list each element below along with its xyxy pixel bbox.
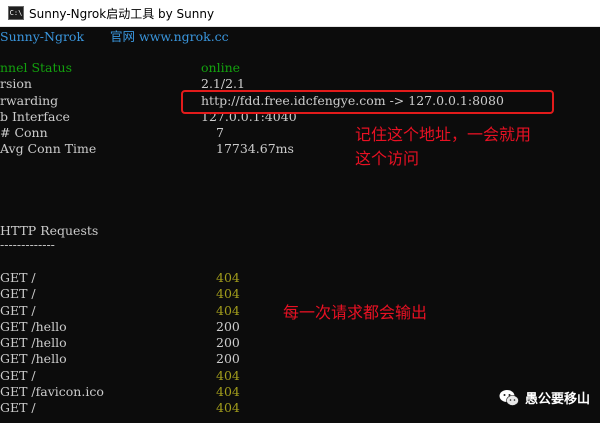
brand-name: Sunny-Ngrok xyxy=(0,29,85,44)
console-output: Sunny-Ngrok 官网 www.ngrok.cc nnel Status o… xyxy=(0,27,600,423)
conn-count-label: # Conn xyxy=(0,125,48,140)
request-path: GET /hello xyxy=(0,335,67,350)
web-interface-label: b Interface xyxy=(0,109,70,124)
request-status-code: 404 xyxy=(216,400,240,415)
request-status-code: 404 xyxy=(216,368,240,383)
request-path: GET /hello xyxy=(0,351,67,366)
request-path: GET / xyxy=(0,286,36,301)
request-status-code: 404 xyxy=(216,303,240,318)
request-path: GET / xyxy=(0,270,36,285)
remember-address-note-line1: 记住这个地址，一会就用 xyxy=(355,125,532,144)
http-requests-underline: ------------- xyxy=(0,237,55,252)
official-site: 官网 www.ngrok.cc xyxy=(110,29,229,44)
forwarding-highlight-box xyxy=(181,90,554,114)
request-path: GET /hello xyxy=(0,319,67,334)
wechat-icon xyxy=(499,389,519,407)
remember-address-note-line2: 这个访问 xyxy=(355,149,420,168)
brand-line: Sunny-Ngrok 官网 www.ngrok.cc xyxy=(0,29,229,45)
conn-count-value: 7 xyxy=(216,125,224,140)
console-app-icon: C:\ xyxy=(8,6,24,20)
watermark-text: 愚公要移山 xyxy=(524,392,590,407)
request-path: GET / xyxy=(0,368,36,383)
avg-conn-time-label: Avg Conn Time xyxy=(0,141,97,156)
request-status-code: 200 xyxy=(216,351,240,366)
request-status-code: 404 xyxy=(216,286,240,301)
status-label: nnel Status xyxy=(0,60,72,75)
request-status-code: 404 xyxy=(216,384,240,399)
title-bar[interactable]: C:\ Sunny-Ngrok启动工具 by Sunny xyxy=(0,0,600,27)
window-title: Sunny-Ngrok启动工具 by Sunny xyxy=(29,7,215,21)
request-path: GET / xyxy=(0,400,36,415)
status-value: online xyxy=(201,60,241,75)
request-path: GET /favicon.ico xyxy=(0,384,104,399)
request-path: GET / xyxy=(0,303,36,318)
console-window: C:\ Sunny-Ngrok启动工具 by Sunny Sunny-Ngrok… xyxy=(0,0,600,423)
request-status-code: 200 xyxy=(216,319,240,334)
avg-conn-time-value: 17734.67ms xyxy=(216,141,294,156)
request-status-code: 200 xyxy=(216,335,240,350)
version-label: rsion xyxy=(0,76,32,91)
request-status-code: 404 xyxy=(216,270,240,285)
request-output-note: 每一次请求都会输出 xyxy=(283,303,428,322)
watermark: 愚公要移山 xyxy=(499,388,590,407)
forwarding-label: rwarding xyxy=(0,93,59,108)
